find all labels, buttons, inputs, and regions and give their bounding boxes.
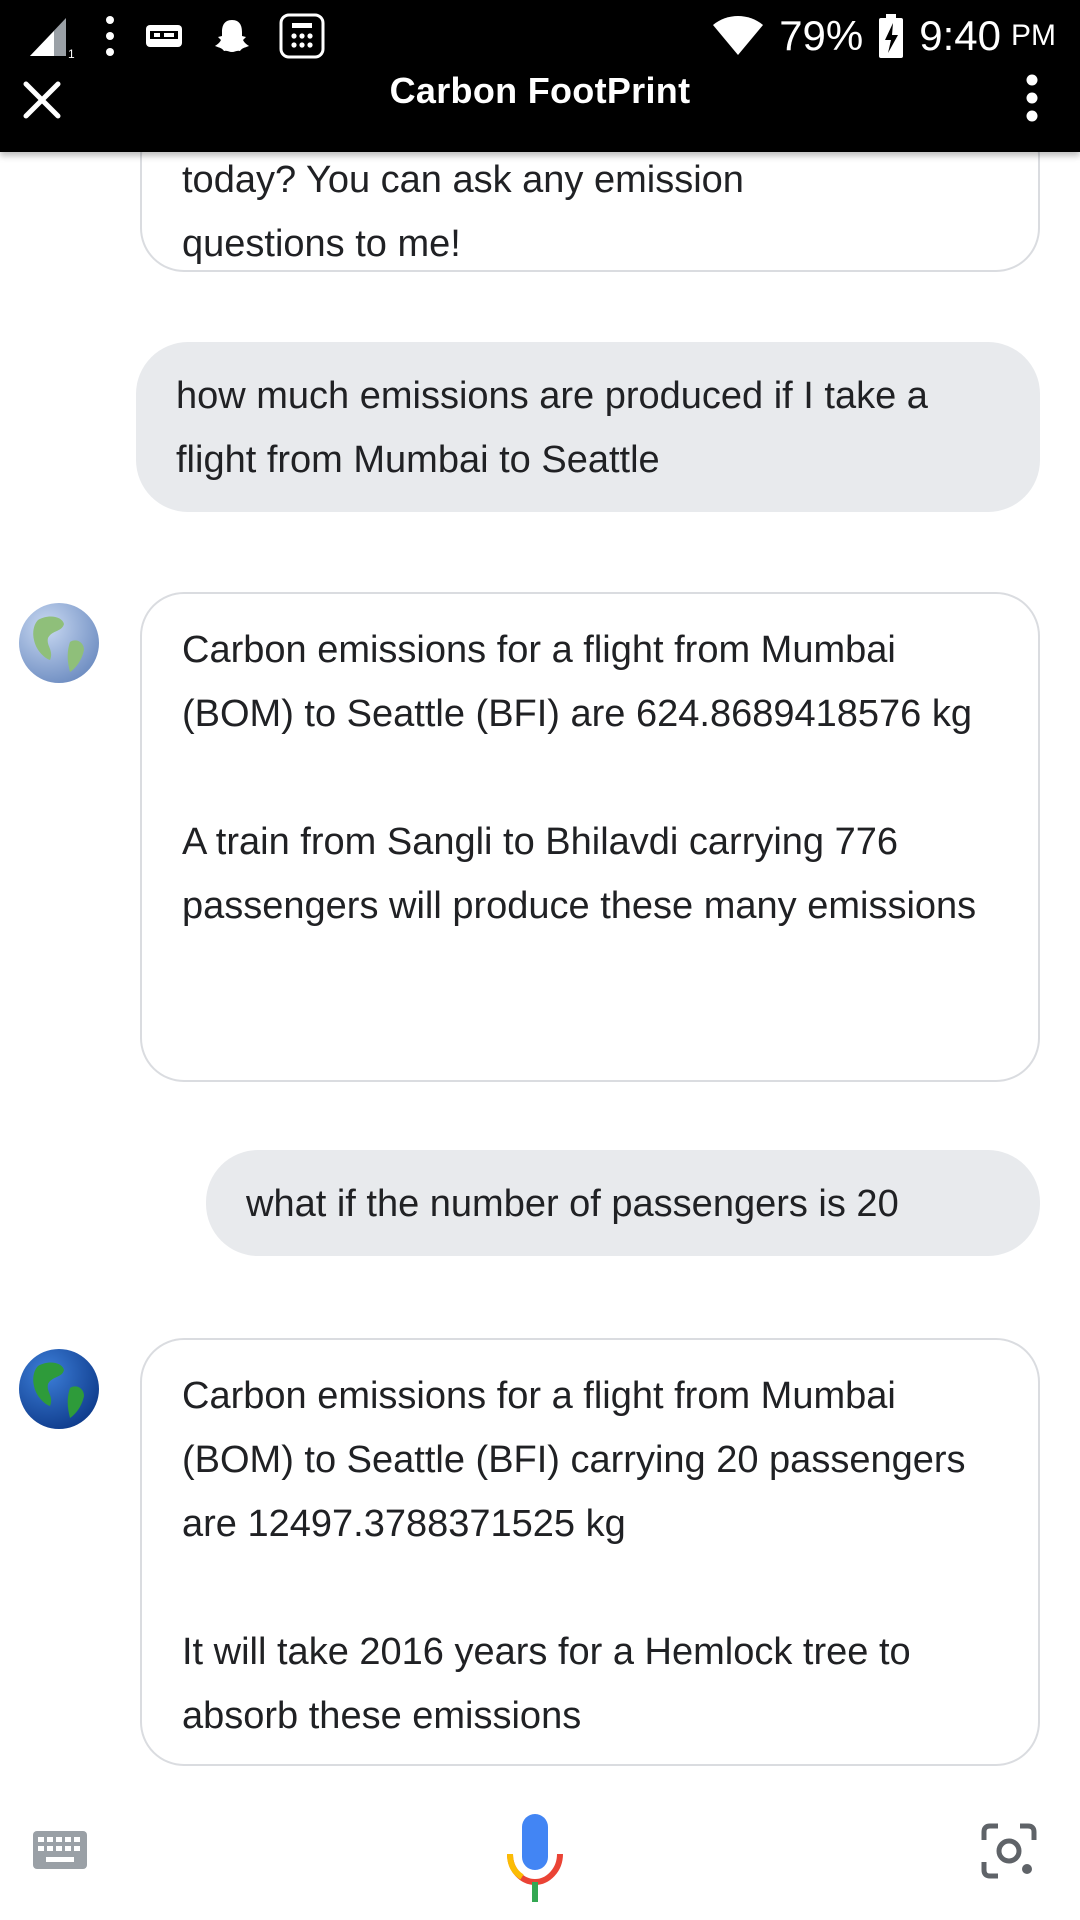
more-options-button[interactable] — [1004, 70, 1060, 130]
lens-icon — [980, 1823, 1038, 1884]
top-bar: 1 79% 9:40 PM Carbon FootPrint — [0, 0, 1080, 152]
message-line: questions to me! — [182, 223, 461, 265]
snapchat-icon — [212, 16, 252, 56]
signal-icon: 1 — [26, 12, 78, 60]
globe-icon — [19, 1349, 99, 1429]
message-line: today? You can ask any emission — [182, 159, 744, 201]
status-bar: 1 79% 9:40 PM — [0, 0, 1080, 72]
lens-button[interactable] — [980, 1822, 1038, 1880]
overflow-dots-icon — [104, 14, 116, 58]
bot-message: Carbon emissions for a flight from Mumba… — [140, 1338, 1040, 1766]
chat-transcript[interactable]: today? You can ask any emission question… — [0, 152, 1080, 1772]
status-left-icons: 1 — [26, 10, 326, 62]
status-right: 79% 9:40 PM — [711, 10, 1056, 62]
more-vert-icon — [1004, 74, 1060, 134]
mic-button[interactable] — [500, 1810, 570, 1910]
calculator-icon — [278, 12, 326, 60]
message-paragraph: A train from Sangli to Bhilavdi carrying… — [182, 821, 977, 927]
sim-card-icon — [142, 21, 186, 51]
bot-message: Carbon emissions for a flight from Mumba… — [140, 592, 1040, 1082]
app-title: Carbon FootPrint — [389, 70, 691, 111]
bot-avatar — [18, 602, 100, 684]
clock-ampm: PM — [1011, 19, 1056, 52]
svg-text:1: 1 — [68, 47, 75, 60]
close-icon — [14, 81, 70, 132]
input-bar — [0, 1780, 1080, 1920]
message-text: what if the number of passengers is 20 — [246, 1183, 899, 1225]
mic-icon — [500, 1814, 570, 1914]
clock-time: 9:40 — [919, 12, 1001, 59]
user-message: what if the number of passengers is 20 — [206, 1150, 1040, 1256]
globe-icon — [19, 603, 99, 683]
keyboard-icon — [32, 1831, 88, 1874]
bot-message: today? You can ask any emission question… — [140, 152, 1040, 272]
user-message: how much emissions are produced if I tak… — [136, 342, 1040, 512]
keyboard-button[interactable] — [32, 1830, 88, 1870]
message-paragraph: Carbon emissions for a flight from Mumba… — [182, 629, 972, 735]
battery-percent: 79% — [779, 12, 864, 59]
message-paragraph: Carbon emissions for a flight from Mumba… — [182, 1375, 966, 1545]
battery-charging-icon — [877, 13, 905, 59]
bot-avatar — [18, 1348, 100, 1430]
message-paragraph: It will take 2016 years for a Hemlock tr… — [182, 1631, 911, 1737]
wifi-icon — [711, 15, 765, 57]
message-text: how much emissions are produced if I tak… — [176, 375, 928, 481]
app-bar: Carbon FootPrint — [0, 64, 1080, 152]
